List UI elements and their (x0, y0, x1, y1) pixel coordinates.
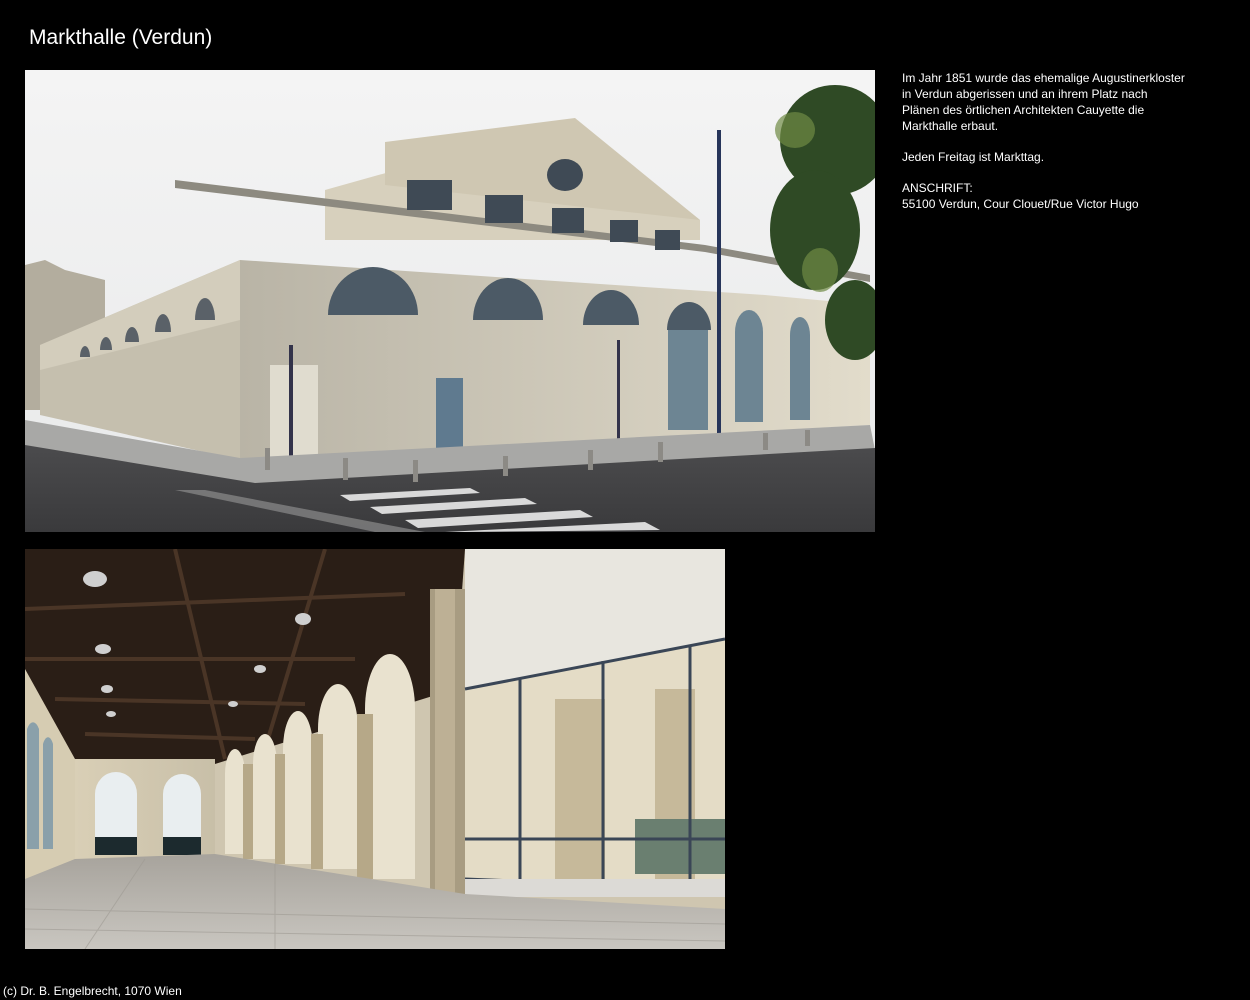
address-text: 55100 Verdun, Cour Clouet/Rue Victor Hug… (902, 197, 1139, 211)
market-day-text: Jeden Freitag ist Markttag. (902, 150, 1045, 164)
exterior-photo-image (25, 70, 875, 532)
exterior-photo (25, 70, 875, 532)
copyright-footer: (c) Dr. B. Engelbrecht, 1070 Wien (3, 984, 182, 998)
page-title: Markthalle (Verdun) (29, 26, 213, 49)
description-line-2: in Verdun abgerissen und an ihrem Platz … (902, 87, 1148, 101)
interior-photo (25, 549, 725, 949)
address-label: ANSCHRIFT: (902, 181, 973, 195)
description-line-1: Im Jahr 1851 wurde das ehemalige Augusti… (902, 71, 1185, 85)
description-line-3: Plänen des örtlichen Architekten Cauyett… (902, 103, 1145, 117)
interior-photo-image (25, 549, 725, 949)
description: Im Jahr 1851 wurde das ehemalige Augusti… (902, 70, 1222, 212)
description-line-4: Markthalle erbaut. (902, 119, 999, 133)
